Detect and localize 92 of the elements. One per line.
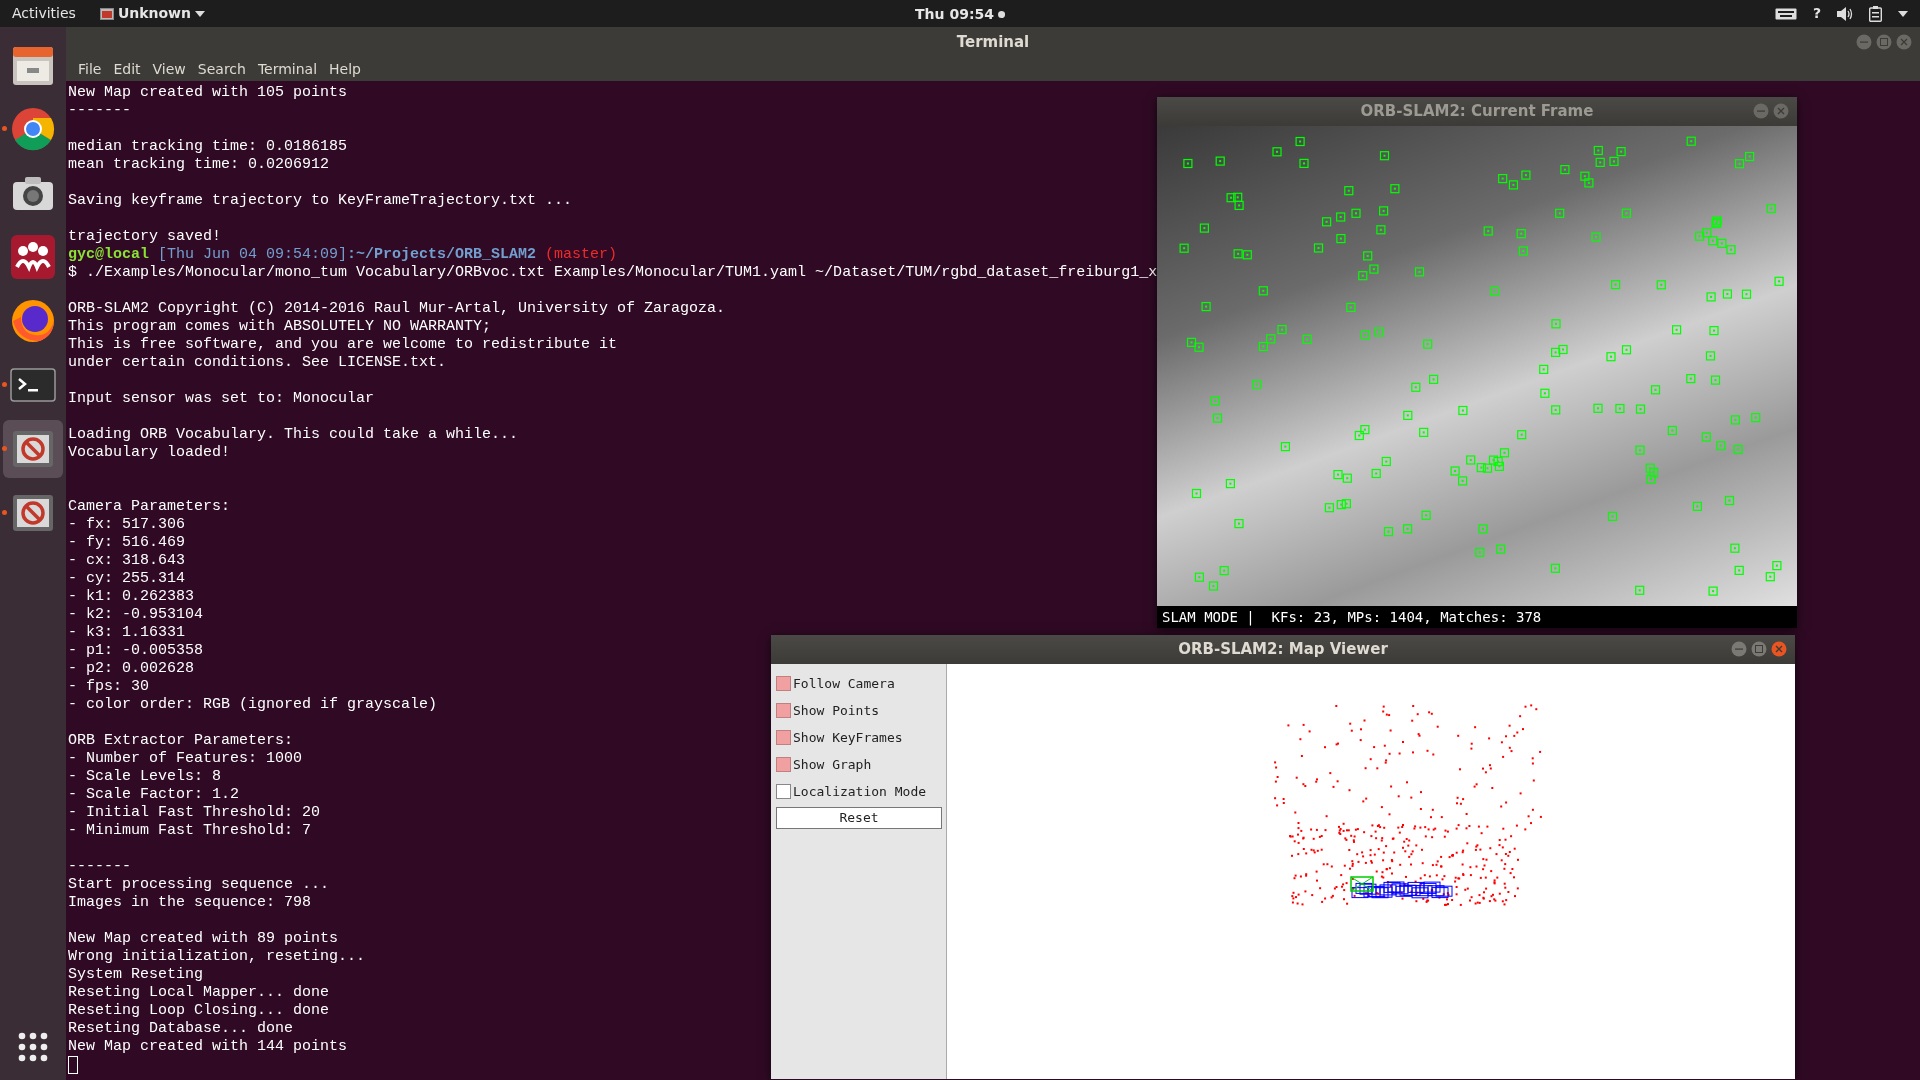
caret-icon[interactable] (1898, 10, 1908, 17)
terminal-line: trajectory saved! (68, 228, 222, 246)
checkbox[interactable] (776, 784, 791, 799)
checkbox[interactable] (776, 703, 791, 718)
checkbox-label: Show Points (793, 701, 880, 720)
window-title: ORB-SLAM2: Current Frame (1360, 101, 1594, 123)
dock-item[interactable] (3, 420, 63, 478)
menu-item[interactable]: View (146, 59, 192, 80)
checkbox-label: Show Graph (793, 755, 872, 774)
terminal-line: Start processing sequence ... (68, 876, 330, 894)
close-button[interactable] (1771, 641, 1787, 657)
menu-item[interactable]: Edit (107, 59, 147, 80)
terminal-line: Reseting Loop Closing... done (68, 1002, 330, 1020)
terminal-line: - color order: RGB (ignored if grayscale) (68, 696, 438, 714)
terminal-line: Vocabulary loaded! (68, 444, 231, 462)
running-indicator (2, 126, 7, 131)
menu-item[interactable]: Search (191, 59, 252, 80)
terminal-line: - Number of Features: 1000 (68, 750, 303, 768)
minimize-button[interactable] (1731, 641, 1747, 657)
checkbox[interactable] (776, 757, 791, 772)
terminal-line: median tracking time: 0.0186185 (68, 138, 348, 156)
running-indicator (2, 446, 7, 451)
running-indicator (2, 510, 7, 515)
clipboard-icon[interactable] (1869, 5, 1882, 22)
maximize-button[interactable] (1751, 641, 1767, 657)
camera-drawing (1350, 876, 1374, 892)
terminal-line: ------- (68, 858, 131, 876)
checkbox-label: Localization Mode (793, 782, 927, 801)
browser-icon (9, 105, 57, 153)
checkbox-label: Show KeyFrames (793, 728, 903, 747)
terminal-line: - p2: 0.002628 (68, 660, 195, 678)
text-cursor (68, 1056, 78, 1074)
fox-globe-icon (9, 297, 57, 345)
terminal-line: $ ./Examples/Monocular/mono_tum Vocabulary/ORBvoc.txt Examples/Monocular/TUM1.yaml ~/Dataset/TUM/rgbd_dataset_freiburg1_x (68, 264, 1158, 282)
terminal-line: - Initial Fast Threshold: 20 (68, 804, 321, 822)
terminal-line: - cx: 318.643 (68, 552, 186, 570)
app-grid-icon[interactable] (18, 1032, 48, 1062)
terminal-line: - fps: 30 (68, 678, 149, 696)
terminal-line: ------- (68, 102, 131, 120)
terminal-line: New Map created with 89 points (68, 930, 339, 948)
terminal-line: System Reseting (68, 966, 204, 984)
window-title: Terminal (956, 32, 1030, 54)
window-icon (99, 7, 114, 20)
terminal-line: Saving keyframe trajectory to KeyFrameTrajectory.txt ... (68, 192, 573, 210)
terminal-line: ORB-SLAM2 Copyright (C) 2014-2016 Raul Mur-Artal, University of Zaragoza. (68, 300, 726, 318)
terminal-line: - k2: -0.953104 (68, 606, 204, 624)
notification-dot-icon (997, 11, 1005, 18)
terminal-line: ORB Extractor Parameters: (68, 732, 294, 750)
menu-item[interactable]: File (72, 59, 108, 80)
running-indicator (2, 382, 7, 387)
checkbox-label: Follow Camera (793, 674, 895, 693)
terminal-line: - k1: 0.262383 (68, 588, 195, 606)
terminal-line: - Scale Levels: 8 (68, 768, 222, 786)
prompt-time: [Thu Jun 04 09:54:09] (158, 246, 348, 264)
reset-button[interactable]: Reset (776, 807, 942, 829)
terminal-line: - Minimum Fast Threshold: 7 (68, 822, 312, 840)
frame-status-text: SLAM MODE | KFs: 23, MPs: 1404, Matches: 378 (1157, 606, 1797, 628)
app-icon (9, 233, 57, 281)
terminal-line: under certain conditions. See LICENSE.txt. (68, 354, 447, 372)
app-menu-button[interactable]: Unknown (117, 3, 191, 24)
help-button[interactable]: ? (1812, 3, 1821, 24)
clock-button[interactable]: Thu 09:54 (915, 4, 994, 25)
terminal-line: - fx: 517.306 (68, 516, 186, 534)
terminal-line: Input sensor was set to: Monocular (68, 390, 375, 408)
menu-item[interactable]: Help (323, 59, 367, 80)
window-title: ORB-SLAM2: Map Viewer (1178, 639, 1388, 661)
keyboard-icon[interactable] (1774, 7, 1797, 20)
terminal-line: This program comes with ABSOLUTELY NO WARRANTY; (68, 318, 492, 336)
activities-button[interactable]: Activities (12, 3, 76, 24)
prompt-path: :~/Projects/ORB_SLAM2 (347, 246, 537, 264)
terminal-line: - cy: 255.314 (68, 570, 186, 588)
prompt-user: gyc@local (68, 246, 149, 264)
prompt-branch: (master) (545, 246, 618, 264)
terminal-line: Wrong initialization, reseting... (68, 948, 366, 966)
checkbox[interactable] (776, 676, 791, 691)
terminal-line: Images in the sequence: 798 (68, 894, 312, 912)
terminal-line: Camera Parameters: (68, 498, 231, 516)
caret-icon (195, 10, 205, 17)
speaker-icon[interactable] (1837, 6, 1853, 21)
terminal-line: mean tracking time: 0.0206912 (68, 156, 330, 174)
terminal-line: Reseting Database... done (68, 1020, 294, 1038)
terminal-line: - k3: 1.16331 (68, 624, 186, 642)
checkbox[interactable] (776, 730, 791, 745)
terminal-line: New Map created with 144 points (68, 1038, 348, 1056)
terminal-line: - Scale Factor: 1.2 (68, 786, 240, 804)
terminal-line: - p1: -0.005358 (68, 642, 204, 660)
terminal-line: This is free software, and you are welcome to redistribute it (68, 336, 618, 354)
terminal-line: New Map created with 105 points (68, 84, 348, 102)
menu-item[interactable]: Terminal (251, 59, 324, 80)
terminal-line: Reseting Local Mapper... done (68, 984, 330, 1002)
terminal-line: Loading ORB Vocabulary. This could take a while... (68, 426, 519, 444)
terminal-line: - fy: 516.469 (68, 534, 186, 552)
